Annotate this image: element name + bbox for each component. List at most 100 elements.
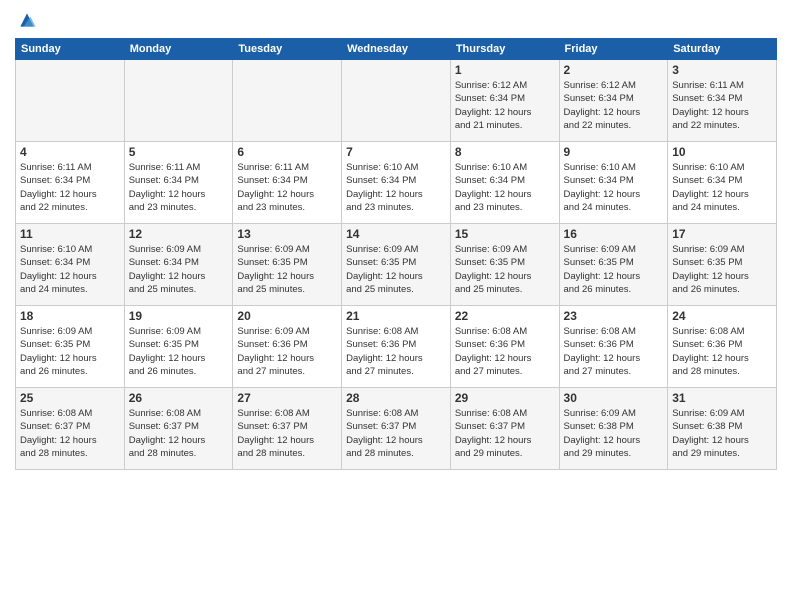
day-info: Sunrise: 6:11 AM Sunset: 6:34 PM Dayligh… — [237, 161, 337, 214]
day-info: Sunrise: 6:09 AM Sunset: 6:35 PM Dayligh… — [672, 243, 772, 296]
day-number: 10 — [672, 145, 772, 159]
day-number: 6 — [237, 145, 337, 159]
day-cell: 16 Sunrise: 6:09 AM Sunset: 6:35 PM Dayli… — [559, 224, 668, 306]
day-info: Sunrise: 6:09 AM Sunset: 6:35 PM Dayligh… — [129, 325, 229, 378]
day-info: Sunrise: 6:08 AM Sunset: 6:36 PM Dayligh… — [455, 325, 555, 378]
day-number: 23 — [564, 309, 664, 323]
day-info: Sunrise: 6:08 AM Sunset: 6:37 PM Dayligh… — [237, 407, 337, 460]
week-row-5: 25 Sunrise: 6:08 AM Sunset: 6:37 PM Dayli… — [16, 388, 777, 470]
day-number: 22 — [455, 309, 555, 323]
day-info: Sunrise: 6:12 AM Sunset: 6:34 PM Dayligh… — [455, 79, 555, 132]
day-info: Sunrise: 6:09 AM Sunset: 6:36 PM Dayligh… — [237, 325, 337, 378]
day-info: Sunrise: 6:10 AM Sunset: 6:34 PM Dayligh… — [564, 161, 664, 214]
day-cell: 21 Sunrise: 6:08 AM Sunset: 6:36 PM Dayli… — [342, 306, 451, 388]
day-number: 1 — [455, 63, 555, 77]
day-number: 26 — [129, 391, 229, 405]
day-cell — [233, 60, 342, 142]
day-cell: 24Sunrise: 6:08 AM Sunset: 6:36 PM Dayli… — [668, 306, 777, 388]
day-cell: 3 Sunrise: 6:11 AM Sunset: 6:34 PM Daylig… — [668, 60, 777, 142]
day-number: 21 — [346, 309, 446, 323]
day-info: Sunrise: 6:09 AM Sunset: 6:38 PM Dayligh… — [672, 407, 772, 460]
week-row-3: 11Sunrise: 6:10 AM Sunset: 6:34 PM Dayli… — [16, 224, 777, 306]
day-cell: 25 Sunrise: 6:08 AM Sunset: 6:37 PM Dayli… — [16, 388, 125, 470]
week-row-2: 4 Sunrise: 6:11 AM Sunset: 6:34 PM Daylig… — [16, 142, 777, 224]
day-info: Sunrise: 6:09 AM Sunset: 6:34 PM Dayligh… — [129, 243, 229, 296]
day-cell: 31 Sunrise: 6:09 AM Sunset: 6:38 PM Dayli… — [668, 388, 777, 470]
day-cell: 11Sunrise: 6:10 AM Sunset: 6:34 PM Dayli… — [16, 224, 125, 306]
day-number: 14 — [346, 227, 446, 241]
day-info: Sunrise: 6:10 AM Sunset: 6:34 PM Dayligh… — [672, 161, 772, 214]
weekday-header-thursday: Thursday — [450, 39, 559, 60]
day-info: Sunrise: 6:08 AM Sunset: 6:36 PM Dayligh… — [346, 325, 446, 378]
day-number: 4 — [20, 145, 120, 159]
day-number: 27 — [237, 391, 337, 405]
day-info: Sunrise: 6:08 AM Sunset: 6:37 PM Dayligh… — [20, 407, 120, 460]
day-cell: 28 Sunrise: 6:08 AM Sunset: 6:37 PM Dayli… — [342, 388, 451, 470]
day-info: Sunrise: 6:09 AM Sunset: 6:35 PM Dayligh… — [346, 243, 446, 296]
day-cell: 13 Sunrise: 6:09 AM Sunset: 6:35 PM Dayli… — [233, 224, 342, 306]
day-cell: 10 Sunrise: 6:10 AM Sunset: 6:34 PM Dayli… — [668, 142, 777, 224]
day-number: 13 — [237, 227, 337, 241]
week-row-1: 1 Sunrise: 6:12 AM Sunset: 6:34 PM Daylig… — [16, 60, 777, 142]
day-cell: 23 Sunrise: 6:08 AM Sunset: 6:36 PM Dayli… — [559, 306, 668, 388]
day-number: 9 — [564, 145, 664, 159]
day-info: Sunrise: 6:09 AM Sunset: 6:38 PM Dayligh… — [564, 407, 664, 460]
header — [15, 10, 777, 30]
day-cell: 1 Sunrise: 6:12 AM Sunset: 6:34 PM Daylig… — [450, 60, 559, 142]
day-cell: 6 Sunrise: 6:11 AM Sunset: 6:34 PM Daylig… — [233, 142, 342, 224]
day-cell: 29Sunrise: 6:08 AM Sunset: 6:37 PM Dayli… — [450, 388, 559, 470]
weekday-header-wednesday: Wednesday — [342, 39, 451, 60]
day-cell — [342, 60, 451, 142]
day-number: 19 — [129, 309, 229, 323]
day-info: Sunrise: 6:09 AM Sunset: 6:35 PM Dayligh… — [237, 243, 337, 296]
day-number: 30 — [564, 391, 664, 405]
weekday-header-friday: Friday — [559, 39, 668, 60]
day-info: Sunrise: 6:08 AM Sunset: 6:37 PM Dayligh… — [346, 407, 446, 460]
day-info: Sunrise: 6:09 AM Sunset: 6:35 PM Dayligh… — [20, 325, 120, 378]
logo — [15, 10, 37, 30]
day-info: Sunrise: 6:11 AM Sunset: 6:34 PM Dayligh… — [672, 79, 772, 132]
page: SundayMondayTuesdayWednesdayThursdayFrid… — [0, 0, 792, 612]
day-number: 16 — [564, 227, 664, 241]
day-number: 28 — [346, 391, 446, 405]
day-cell: 15 Sunrise: 6:09 AM Sunset: 6:35 PM Dayli… — [450, 224, 559, 306]
day-info: Sunrise: 6:08 AM Sunset: 6:36 PM Dayligh… — [564, 325, 664, 378]
day-number: 5 — [129, 145, 229, 159]
day-cell: 17 Sunrise: 6:09 AM Sunset: 6:35 PM Dayli… — [668, 224, 777, 306]
week-row-4: 18Sunrise: 6:09 AM Sunset: 6:35 PM Dayli… — [16, 306, 777, 388]
day-number: 15 — [455, 227, 555, 241]
day-info: Sunrise: 6:10 AM Sunset: 6:34 PM Dayligh… — [20, 243, 120, 296]
day-cell — [124, 60, 233, 142]
weekday-header-row: SundayMondayTuesdayWednesdayThursdayFrid… — [16, 39, 777, 60]
day-cell: 27 Sunrise: 6:08 AM Sunset: 6:37 PM Dayli… — [233, 388, 342, 470]
day-cell: 20 Sunrise: 6:09 AM Sunset: 6:36 PM Dayli… — [233, 306, 342, 388]
day-number: 20 — [237, 309, 337, 323]
day-info: Sunrise: 6:08 AM Sunset: 6:36 PM Dayligh… — [672, 325, 772, 378]
day-cell: 2 Sunrise: 6:12 AM Sunset: 6:34 PM Daylig… — [559, 60, 668, 142]
day-info: Sunrise: 6:12 AM Sunset: 6:34 PM Dayligh… — [564, 79, 664, 132]
day-number: 2 — [564, 63, 664, 77]
weekday-header-tuesday: Tuesday — [233, 39, 342, 60]
day-number: 29 — [455, 391, 555, 405]
day-info: Sunrise: 6:10 AM Sunset: 6:34 PM Dayligh… — [346, 161, 446, 214]
day-cell: 7Sunrise: 6:10 AM Sunset: 6:34 PM Daylig… — [342, 142, 451, 224]
day-cell: 18Sunrise: 6:09 AM Sunset: 6:35 PM Dayli… — [16, 306, 125, 388]
day-number: 3 — [672, 63, 772, 77]
weekday-header-saturday: Saturday — [668, 39, 777, 60]
calendar: SundayMondayTuesdayWednesdayThursdayFrid… — [15, 38, 777, 470]
day-cell: 19 Sunrise: 6:09 AM Sunset: 6:35 PM Dayli… — [124, 306, 233, 388]
day-cell: 5 Sunrise: 6:11 AM Sunset: 6:34 PM Daylig… — [124, 142, 233, 224]
day-info: Sunrise: 6:11 AM Sunset: 6:34 PM Dayligh… — [129, 161, 229, 214]
day-number: 12 — [129, 227, 229, 241]
day-cell: 14 Sunrise: 6:09 AM Sunset: 6:35 PM Dayli… — [342, 224, 451, 306]
day-number: 25 — [20, 391, 120, 405]
weekday-header-monday: Monday — [124, 39, 233, 60]
day-cell: 22 Sunrise: 6:08 AM Sunset: 6:36 PM Dayli… — [450, 306, 559, 388]
day-number: 17 — [672, 227, 772, 241]
day-info: Sunrise: 6:10 AM Sunset: 6:34 PM Dayligh… — [455, 161, 555, 214]
day-info: Sunrise: 6:09 AM Sunset: 6:35 PM Dayligh… — [564, 243, 664, 296]
day-number: 8 — [455, 145, 555, 159]
day-number: 31 — [672, 391, 772, 405]
day-info: Sunrise: 6:08 AM Sunset: 6:37 PM Dayligh… — [129, 407, 229, 460]
day-info: Sunrise: 6:09 AM Sunset: 6:35 PM Dayligh… — [455, 243, 555, 296]
